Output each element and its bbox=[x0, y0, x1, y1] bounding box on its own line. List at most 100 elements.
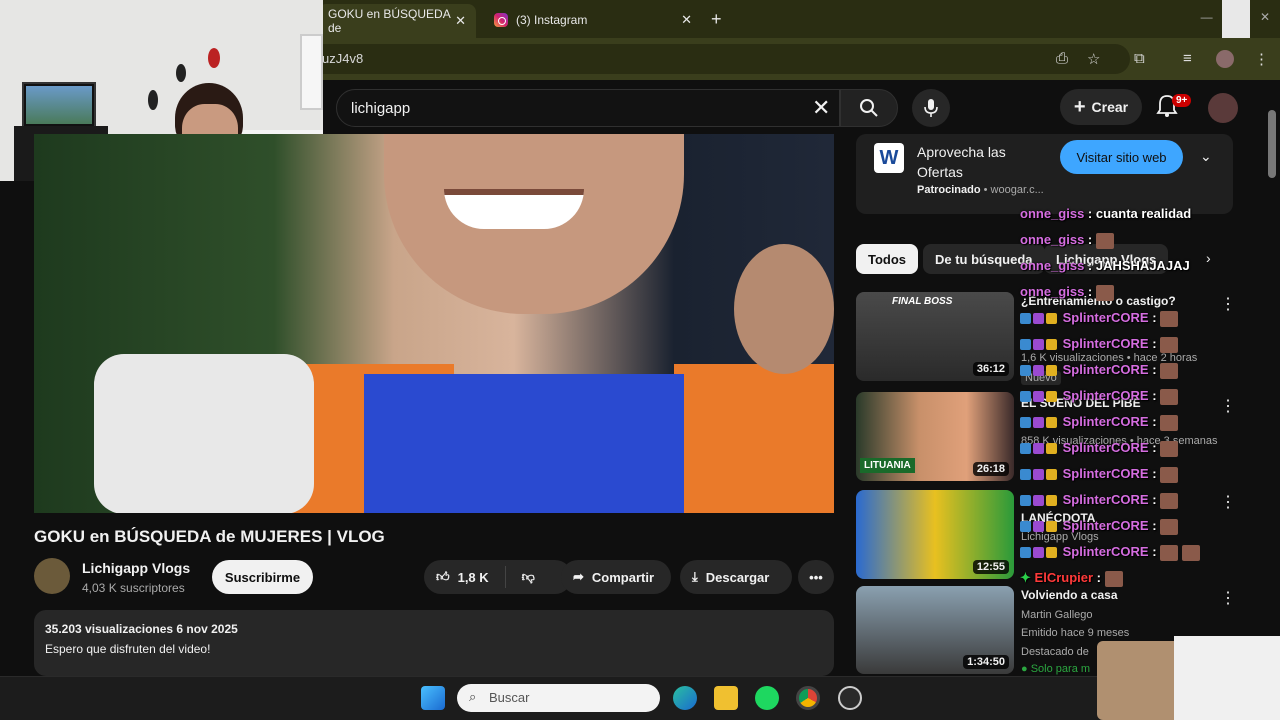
tab-title: GOKU en BÚSQUEDA de bbox=[328, 7, 451, 35]
file-explorer-icon[interactable] bbox=[714, 686, 738, 710]
tab-title: (3) Instagram bbox=[516, 13, 588, 27]
close-window-icon[interactable]: ✕ bbox=[1260, 10, 1270, 24]
chat-text: : bbox=[1152, 336, 1157, 351]
emote-icon bbox=[1160, 310, 1179, 327]
emote-icon bbox=[1160, 440, 1179, 457]
voice-search-button[interactable] bbox=[912, 89, 950, 127]
account-avatar[interactable] bbox=[1208, 93, 1238, 123]
badge-icon bbox=[1020, 547, 1031, 559]
share-button[interactable]: ➦ Compartir bbox=[561, 560, 671, 594]
video-player[interactable] bbox=[34, 134, 834, 513]
share-label: Compartir bbox=[591, 569, 655, 585]
search-input[interactable]: lichigapp bbox=[336, 89, 840, 127]
subscribe-button[interactable]: Suscribirme bbox=[212, 560, 313, 594]
page-scrollbar[interactable] bbox=[1268, 110, 1276, 178]
members-only-label: ● Solo para m bbox=[1021, 663, 1090, 675]
more-vert-icon[interactable]: ⋮ bbox=[1220, 396, 1236, 416]
related-thumbnail[interactable]: 1:34:50 bbox=[856, 586, 1014, 674]
menu-icon[interactable]: ⋮ bbox=[1254, 50, 1269, 68]
chat-message: SplinterCORE : bbox=[1020, 466, 1179, 483]
wall-cap bbox=[176, 64, 186, 82]
chat-message: onne_giss : cuanta realidad bbox=[1020, 206, 1191, 221]
chat-user: SplinterCORE bbox=[1062, 414, 1149, 429]
chat-message: SplinterCORE : bbox=[1020, 544, 1200, 561]
description-text: Espero que disfruten del video! bbox=[45, 642, 211, 656]
create-label: Crear bbox=[1091, 99, 1129, 115]
badge-icon bbox=[1046, 443, 1057, 455]
chevron-right-icon[interactable]: › bbox=[1206, 250, 1211, 266]
related-meta: Destacado de bbox=[1021, 646, 1089, 658]
spotify-icon[interactable] bbox=[755, 686, 779, 710]
visit-site-button[interactable]: Visitar sitio web bbox=[1060, 140, 1183, 174]
bookmark-star-icon[interactable]: ☆ bbox=[1087, 50, 1100, 68]
related-thumbnail[interactable]: 12:55 bbox=[856, 490, 1014, 579]
chat-user: ElCrupier bbox=[1034, 570, 1094, 585]
ad-title[interactable]: Aprovecha las Ofertas bbox=[917, 142, 1047, 182]
address-bar[interactable]: uzJ4v8 bbox=[300, 44, 1130, 74]
badge-icon bbox=[1033, 339, 1044, 351]
url-text: uzJ4v8 bbox=[322, 51, 364, 66]
more-vert-icon[interactable]: ⋮ bbox=[1220, 294, 1236, 314]
badge-icon bbox=[1033, 417, 1044, 429]
emote-icon bbox=[1160, 388, 1179, 405]
video-title: GOKU en BÚSQUEDA de MUJERES | VLOG bbox=[34, 527, 385, 546]
related-title[interactable]: Volviendo a casa bbox=[1021, 588, 1118, 602]
minimize-icon[interactable]: ― bbox=[1201, 10, 1213, 24]
like-icon[interactable]: 👍︎ bbox=[436, 569, 450, 585]
chat-message: onne_giss : bbox=[1020, 284, 1114, 301]
search-icon: ⌕ bbox=[469, 689, 477, 704]
badge-icon bbox=[1020, 339, 1031, 351]
dislike-icon[interactable]: 👎︎ bbox=[522, 569, 535, 585]
members-text: Solo para m bbox=[1030, 663, 1091, 675]
chevron-down-icon[interactable]: ⌄ bbox=[1200, 148, 1212, 165]
edge-icon[interactable] bbox=[673, 686, 697, 710]
description-box[interactable]: 35.203 visualizaciones 6 nov 2025 Espero… bbox=[34, 610, 834, 676]
chip-todos[interactable]: Todos bbox=[856, 244, 919, 274]
like-count[interactable]: 1,8 K bbox=[458, 570, 489, 585]
download-button[interactable]: ⤓ Descargar bbox=[680, 560, 792, 594]
chat-user: onne_giss bbox=[1020, 284, 1085, 299]
emote-icon bbox=[1104, 570, 1123, 587]
chat-message: SplinterCORE : bbox=[1020, 310, 1179, 327]
wall-cap bbox=[148, 90, 158, 110]
emote-icon bbox=[1160, 492, 1179, 509]
create-button[interactable]: + Crear bbox=[1060, 89, 1142, 125]
chat-message: onne_giss : bbox=[1020, 232, 1114, 249]
more-actions-button[interactable]: ••• bbox=[798, 560, 834, 594]
taskbar-search-placeholder: Buscar bbox=[489, 690, 530, 705]
more-vert-icon[interactable]: ⋮ bbox=[1220, 492, 1236, 512]
related-thumbnail[interactable]: LITUANIA 26:18 bbox=[856, 392, 1014, 481]
close-icon[interactable]: ✕ bbox=[455, 13, 466, 29]
more-vert-icon[interactable]: ⋮ bbox=[1220, 588, 1236, 608]
install-app-icon[interactable]: ⎙ bbox=[1056, 50, 1068, 67]
channel-name[interactable]: Lichigapp Vlogs bbox=[82, 560, 190, 576]
chat-user: onne_giss bbox=[1020, 232, 1085, 247]
tab-instagram[interactable]: (3) Instagram ✕ bbox=[484, 6, 702, 34]
new-tab-button[interactable]: + bbox=[711, 9, 722, 30]
tab-goku[interactable]: GOKU en BÚSQUEDA de ✕ bbox=[318, 4, 476, 38]
chat-message: SplinterCORE : bbox=[1020, 518, 1179, 535]
badge-icon bbox=[1033, 391, 1044, 403]
profile-icon[interactable] bbox=[1216, 50, 1234, 68]
windows-start-icon[interactable] bbox=[421, 686, 445, 710]
badge-icon bbox=[1033, 365, 1044, 377]
taskbar-search[interactable]: ⌕ Buscar bbox=[457, 684, 660, 712]
related-meta: Emitido hace 9 meses bbox=[1021, 627, 1130, 639]
chat-text: : bbox=[1152, 414, 1157, 429]
channel-avatar[interactable] bbox=[34, 558, 70, 594]
blue-shirt bbox=[364, 374, 684, 513]
related-thumbnail[interactable]: FINAL BOSS 36:12 bbox=[856, 292, 1014, 381]
clear-search-icon[interactable]: ✕ bbox=[812, 95, 830, 121]
chrome-icon[interactable] bbox=[796, 686, 820, 710]
ad-domain: • woogar.c... bbox=[980, 184, 1044, 196]
search-button[interactable] bbox=[840, 89, 898, 127]
media-control-icon[interactable]: ≡ bbox=[1183, 50, 1192, 67]
close-icon[interactable]: ✕ bbox=[681, 12, 692, 28]
plus-icon: + bbox=[1073, 95, 1086, 118]
chat-message: onne_giss : JAHSHAJAJAJ bbox=[1020, 258, 1190, 273]
badge-icon bbox=[1020, 313, 1031, 325]
extensions-icon[interactable]: ⧉ bbox=[1134, 50, 1145, 67]
views-date: 35.203 visualizaciones 6 nov 2025 bbox=[45, 622, 238, 636]
app-icon[interactable] bbox=[838, 686, 862, 710]
chat-text: : bbox=[1096, 570, 1102, 585]
